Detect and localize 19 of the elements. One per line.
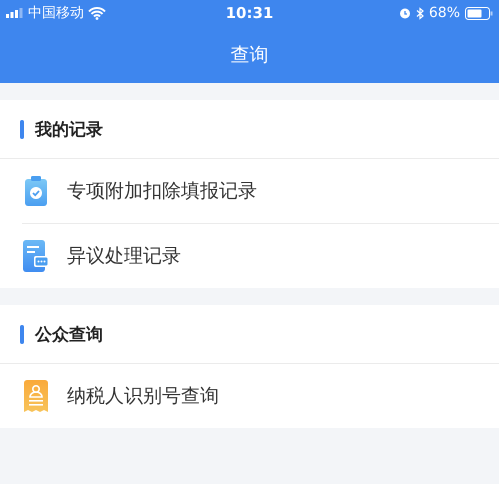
chat-document-icon [23, 240, 49, 272]
wifi-icon [88, 6, 106, 20]
clipboard-icon [25, 176, 47, 206]
page-title: 查询 [230, 42, 268, 68]
menu-item[interactable]: 纳税人识别号查询 [67, 383, 219, 409]
menu-item[interactable]: 异议处理记录 [67, 243, 181, 269]
person-card-icon [24, 380, 48, 412]
accent-bar [20, 120, 24, 138]
battery-icon [465, 6, 493, 20]
status-time: 10:31 [226, 4, 274, 22]
signal-icon [6, 8, 24, 18]
carrier-name: 中国移动 [28, 4, 84, 22]
menu-item[interactable]: 专项附加扣除填报记录 [67, 178, 257, 204]
section-title: 我的记录 [35, 118, 103, 140]
bluetooth-icon [416, 6, 424, 20]
accent-bar [20, 324, 24, 344]
alarm-icon [398, 7, 411, 19]
battery-percentage: 68% [428, 5, 460, 21]
section-title: 公众查询 [35, 324, 103, 346]
